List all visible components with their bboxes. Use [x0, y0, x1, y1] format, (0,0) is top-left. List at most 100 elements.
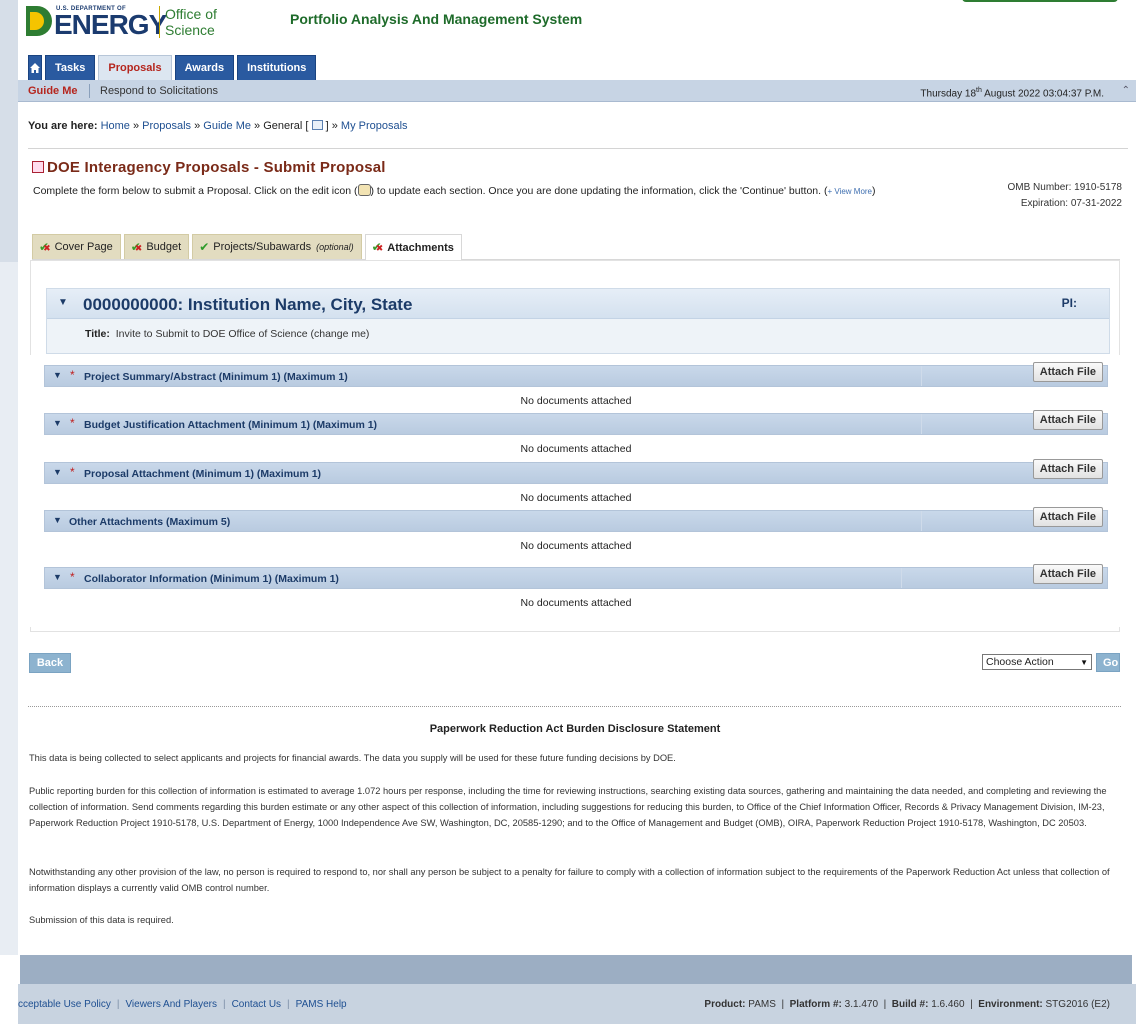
- chevron-down-icon: ▼: [1080, 657, 1088, 667]
- tab-label: Budget: [146, 241, 182, 253]
- breadcrumb-guide-me[interactable]: Guide Me: [203, 120, 251, 132]
- attachment-section-header[interactable]: ▼ * Collaborator Information (Minimum 1)…: [44, 564, 1108, 589]
- footer-link-contact[interactable]: Contact Us: [232, 999, 281, 1010]
- logo-office-line2: Science: [165, 22, 215, 38]
- build-value: 1.6.460: [931, 999, 965, 1010]
- attachment-section-header[interactable]: ▼ * Proposal Attachment (Minimum 1) (Max…: [44, 459, 1108, 484]
- footer-link-help[interactable]: PAMS Help: [296, 999, 347, 1010]
- instructions: Complete the form below to submit a Prop…: [33, 184, 876, 197]
- header-divider: [921, 366, 922, 386]
- tab-budget[interactable]: ✔✖ Budget: [123, 234, 190, 259]
- logo-energy: ENERGY: [54, 9, 167, 40]
- attach-file-button[interactable]: Attach File: [1032, 507, 1103, 527]
- sub-navigation: Guide Me Respond to Solicitations Thursd…: [18, 80, 1136, 102]
- footer-sep: |: [116, 999, 120, 1010]
- status-incomplete-icon: ✔✖: [371, 240, 384, 254]
- doe-logo[interactable]: U.S. DEPARTMENT OF ENERGY Office of Scie…: [26, 2, 226, 42]
- omb-info: OMB Number: 1910-5178 Expiration: 07-31-…: [1007, 180, 1122, 212]
- collapse-triangle-icon[interactable]: ▼: [53, 418, 62, 428]
- status-incomplete-icon: ✔✖: [130, 239, 143, 254]
- tab-label: Attachments: [387, 241, 454, 254]
- attach-file-button[interactable]: Attach File: [1032, 459, 1103, 479]
- home-tab[interactable]: [28, 55, 42, 80]
- tab-proposals[interactable]: Proposals: [98, 55, 172, 80]
- edit-icon: [357, 184, 371, 196]
- page: U.S. DEPARTMENT OF ENERGY Office of Scie…: [18, 0, 1136, 1024]
- collapse-triangle-icon[interactable]: ▼: [53, 370, 62, 380]
- footer: cceptable Use Policy | Viewers And Players…: [18, 984, 1136, 1024]
- header-divider: [921, 511, 922, 531]
- date-suffix: August 2022 03:04:37 P.M.: [981, 88, 1104, 100]
- top-right-button[interactable]: [962, 0, 1118, 2]
- attachment-section-header[interactable]: ▼ * Project Summary/Abstract (Minimum 1)…: [44, 362, 1108, 387]
- home-icon: [30, 63, 40, 73]
- tab-label: Cover Page: [54, 241, 113, 253]
- attachment-section-label: Other Attachments (Maximum 5): [69, 516, 231, 528]
- tab-optional: (optional): [316, 242, 354, 252]
- attach-file-button[interactable]: Attach File: [1032, 410, 1103, 430]
- page-title: DOE Interagency Proposals - Submit Propo…: [32, 159, 386, 176]
- footer-link-viewers[interactable]: Viewers And Players: [125, 999, 217, 1010]
- tab-institutions[interactable]: Institutions: [237, 55, 317, 80]
- attach-file-button[interactable]: Attach File: [1032, 564, 1103, 584]
- collapse-triangle-icon[interactable]: ▼: [53, 572, 62, 582]
- attachment-section-label: Budget Justification Attachment (Minimum…: [84, 419, 378, 431]
- breadcrumb-sep: »: [191, 120, 204, 132]
- attachment-section-header[interactable]: ▼ Other Attachments (Maximum 5) Attach F…: [44, 507, 1108, 532]
- logo-office-line1: Office of: [165, 6, 217, 22]
- tab-projects-subawards[interactable]: ✔ Projects/Subawards (optional): [192, 234, 362, 259]
- attachment-section-label: Project Summary/Abstract (Minimum 1) (Ma…: [84, 371, 348, 383]
- product-info: Product: PAMS | Platform #: 3.1.470 | Bu…: [704, 999, 1110, 1010]
- main-tabs: Tasks Proposals Awards Institutions: [28, 55, 319, 80]
- footer-link-acceptable-use[interactable]: cceptable Use Policy: [18, 999, 111, 1010]
- view-more-link[interactable]: + View More: [827, 187, 872, 196]
- no-documents-text: No documents attached: [520, 492, 632, 504]
- instr-text-2: ) to update each section. Once you are d…: [370, 185, 828, 197]
- collapse-triangle-icon[interactable]: ▼: [58, 297, 68, 308]
- tab-awards[interactable]: Awards: [174, 55, 235, 80]
- required-star-icon: *: [70, 416, 75, 430]
- institution-header[interactable]: ▼ 0000000000: Institution Name, City, St…: [47, 289, 1109, 319]
- logo-divider: [159, 6, 160, 38]
- doe-seal-icon: [26, 6, 52, 36]
- no-documents-text: No documents attached: [520, 540, 632, 552]
- subnav-respond[interactable]: Respond to Solicitations: [100, 80, 218, 102]
- breadcrumb-my-proposals[interactable]: My Proposals: [341, 120, 408, 132]
- subnav-guide-me[interactable]: Guide Me: [28, 80, 78, 102]
- breadcrumb-general: General [: [263, 120, 309, 132]
- collapse-triangle-icon[interactable]: ▼: [53, 515, 62, 525]
- product-label: Product:: [704, 999, 746, 1010]
- attachment-section-header[interactable]: ▼ * Budget Justification Attachment (Min…: [44, 410, 1108, 435]
- header-divider: [901, 568, 902, 588]
- dotted-divider: [28, 706, 1121, 707]
- breadcrumb-proposals[interactable]: Proposals: [142, 120, 191, 132]
- attach-file-button[interactable]: Attach File: [1032, 362, 1103, 382]
- choose-action-select[interactable]: Choose Action ▼: [982, 654, 1092, 670]
- proposal-icon: [32, 161, 44, 173]
- calendar-icon[interactable]: [311, 120, 323, 130]
- platform-label: Platform #:: [789, 999, 842, 1010]
- pra-paragraph-4: Submission of this data is required.: [29, 915, 174, 925]
- title-value: Invite to Submit to DOE Office of Scienc…: [115, 328, 370, 340]
- tab-attachments[interactable]: ✔✖ Attachments: [364, 234, 462, 260]
- pra-title: Paperwork Reduction Act Burden Disclosur…: [429, 723, 721, 735]
- breadcrumb-sep: »: [129, 120, 143, 132]
- tab-cover-page[interactable]: ✔✖ Cover Page: [32, 234, 121, 259]
- left-edge-panel-top: [0, 0, 18, 262]
- go-button[interactable]: Go: [1096, 653, 1120, 672]
- collapse-triangle-icon[interactable]: ▼: [53, 467, 62, 477]
- tab-label: Projects/Subawards: [213, 241, 312, 253]
- section-tabs: ✔✖ Cover Page ✔✖ Budget ✔ Projects/Subaward…: [32, 234, 1120, 260]
- tab-tasks[interactable]: Tasks: [45, 55, 96, 80]
- breadcrumb-label: You are here:: [28, 120, 98, 132]
- institution-box: ▼ 0000000000: Institution Name, City, St…: [46, 288, 1110, 354]
- collapse-icon[interactable]: ⌃: [1122, 80, 1130, 102]
- attachments-list: ▼ * Project Summary/Abstract (Minimum 1)…: [26, 355, 1136, 627]
- instr-text-1: Complete the form below to submit a Prop…: [33, 185, 358, 197]
- divider: [28, 148, 1128, 149]
- logo-office: Office of Science: [165, 6, 217, 38]
- institution-name: 0000000000: Institution Name, City, Stat…: [83, 295, 413, 314]
- no-documents-text: No documents attached: [520, 443, 632, 455]
- back-button[interactable]: Back: [29, 653, 71, 673]
- breadcrumb-home[interactable]: Home: [101, 120, 130, 132]
